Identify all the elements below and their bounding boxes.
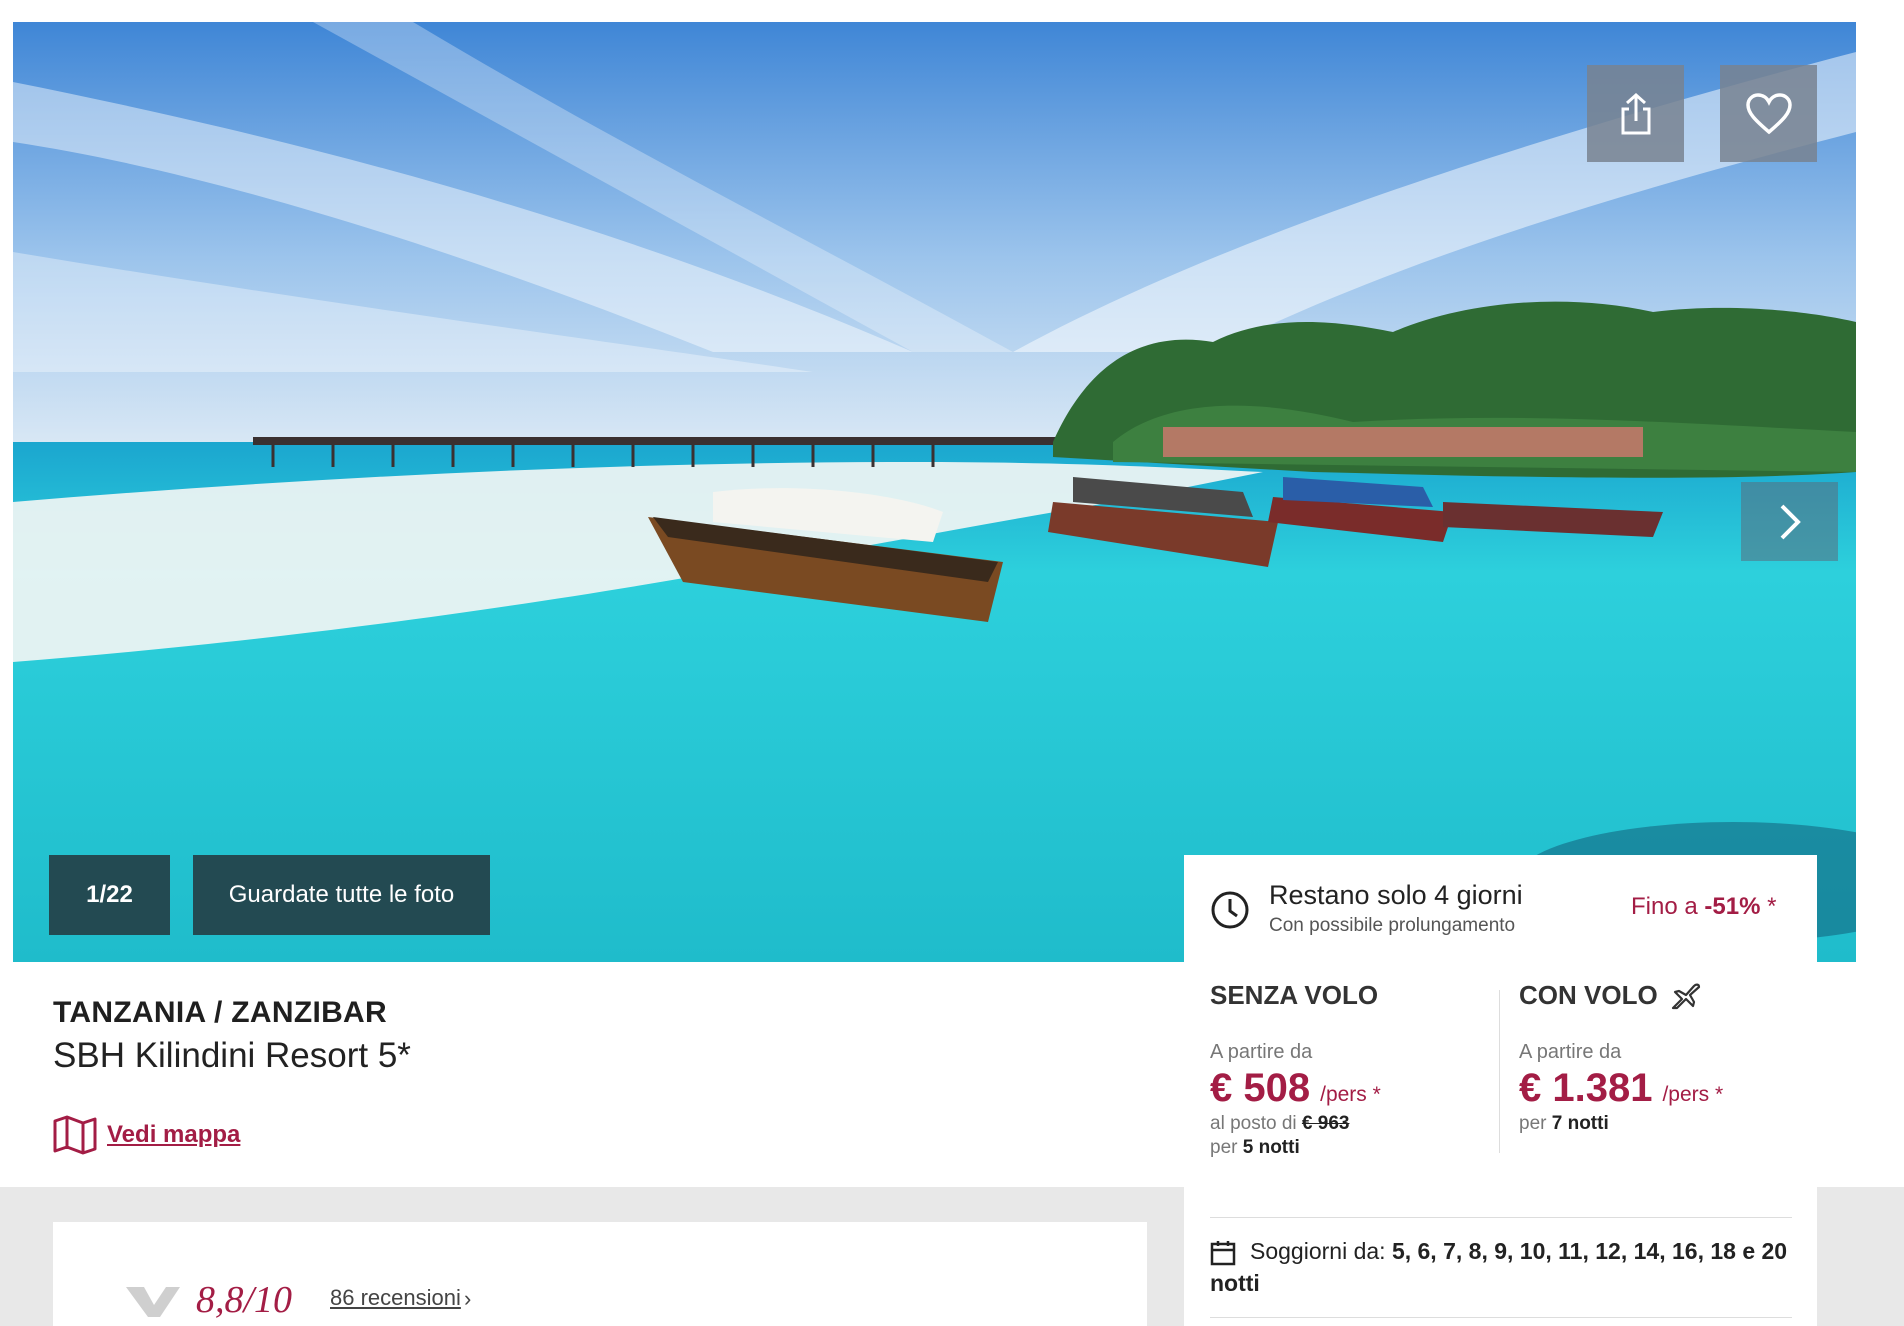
beach-photo: [13, 22, 1856, 962]
divider: [1210, 1317, 1792, 1318]
discount-value: -51%: [1704, 893, 1761, 920]
nights-prefix: per: [1210, 1137, 1243, 1158]
discount-prefix: Fino a: [1631, 893, 1705, 920]
clock-icon: [1211, 891, 1249, 929]
nights-line: per 5 notti: [1210, 1137, 1490, 1159]
with-flight-title: CON VOLO: [1519, 980, 1658, 1010]
from-label: A partire da: [1210, 1041, 1313, 1063]
heart-icon: [1745, 92, 1792, 134]
without-flight-option[interactable]: SENZA VOLO A partire da € 508 /pers * al…: [1210, 980, 1490, 1159]
favorite-button[interactable]: [1720, 65, 1817, 162]
chevron-right-icon: [1780, 504, 1801, 539]
old-price-line: al posto di € 963: [1210, 1113, 1490, 1135]
hotel-name: SBH Kilindini Resort 5*: [53, 1036, 411, 1075]
with-flight-option[interactable]: CON VOLO A partire da € 1.381 /pers * pe…: [1519, 980, 1799, 1135]
reviews-link[interactable]: 86 recensioni: [330, 1285, 461, 1311]
stays-label: Soggiorni da:: [1250, 1238, 1392, 1264]
discount-badge: Fino a -51% *: [1631, 893, 1776, 921]
without-flight-title: SENZA VOLO: [1210, 980, 1379, 1010]
divider: [1210, 1217, 1792, 1218]
remaining-days: Restano solo 4 giorni: [1269, 880, 1523, 910]
view-all-photos-button[interactable]: Guardate tutte le foto: [193, 855, 490, 935]
plane-icon: [1671, 983, 1700, 1009]
per-person-label: /pers *: [1662, 1083, 1724, 1106]
hero-photo[interactable]: 1/22 Guardate tutte le foto: [13, 22, 1856, 962]
stay-durations: Soggiorni da: 5, 6, 7, 8, 9, 10, 11, 12,…: [1210, 1235, 1795, 1299]
price: € 508: [1210, 1066, 1311, 1110]
nights: 7 notti: [1551, 1113, 1609, 1134]
discount-suffix: *: [1760, 893, 1777, 920]
view-map-label: Vedi mappa: [107, 1121, 241, 1148]
divider: [1499, 990, 1500, 1153]
old-price: € 963: [1301, 1113, 1350, 1134]
offer-panel: Restano solo 4 giorni Con possibile prol…: [1184, 855, 1817, 1326]
instead-label: al posto di: [1210, 1113, 1302, 1134]
offer-header: Restano solo 4 giorni Con possibile prol…: [1184, 855, 1817, 962]
share-button[interactable]: [1587, 65, 1684, 162]
with-flight-title-row: CON VOLO: [1519, 980, 1799, 1011]
share-icon: [1621, 92, 1650, 134]
destination-label: TANZANIA / ZANZIBAR: [53, 996, 387, 1029]
calendar-icon: [1210, 1240, 1236, 1266]
extension-note: Con possibile prolungamento: [1269, 915, 1516, 936]
rating-logo-icon: [126, 1287, 180, 1317]
price: € 1.381: [1519, 1066, 1653, 1110]
view-map-link[interactable]: Vedi mappa: [53, 1115, 240, 1155]
nights: 5 notti: [1242, 1137, 1300, 1158]
next-photo-button[interactable]: [1741, 482, 1838, 561]
from-label: A partire da: [1519, 1041, 1622, 1063]
nights-line: per 7 notti: [1519, 1113, 1799, 1135]
map-icon: [53, 1115, 97, 1155]
chevron-right-icon: ›: [464, 1286, 472, 1311]
nights-prefix: per: [1519, 1113, 1552, 1134]
per-person-label: /pers *: [1320, 1083, 1381, 1106]
photo-counter: 1/22: [49, 855, 170, 935]
rating-score: 8,8/10: [196, 1279, 293, 1321]
